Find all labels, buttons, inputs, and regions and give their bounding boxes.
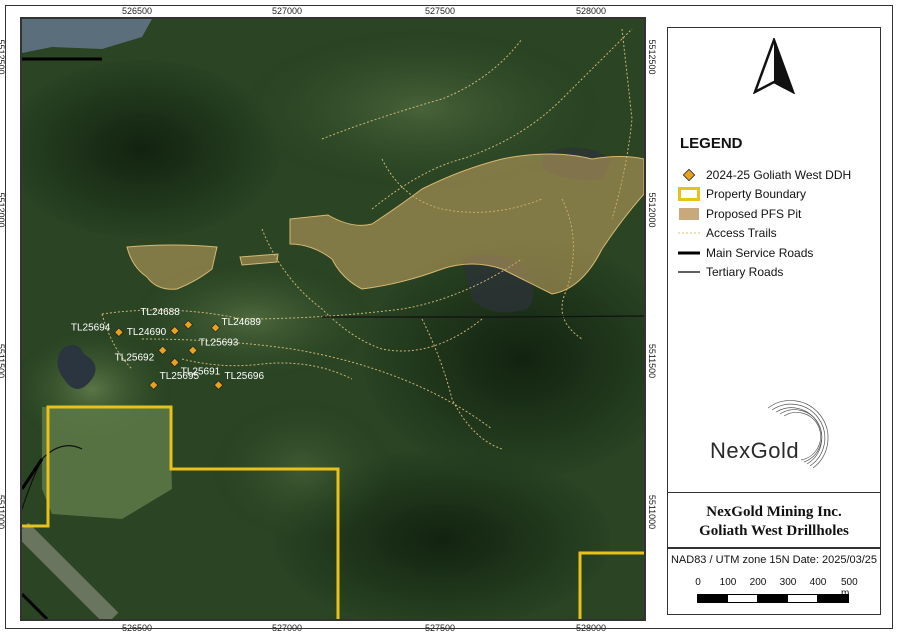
y-tick-right: 5512000 [647,192,657,228]
drillhole-label: TL24690 [127,327,167,338]
scale-label: 400 [809,577,827,588]
drillhole-label: TL25692 [115,352,155,363]
x-tick-top: 528000 [575,6,607,16]
x-tick-bottom: 528000 [575,623,607,633]
scale-label: 200 [749,577,767,588]
legend-item-main-roads: Main Service Roads [678,244,813,262]
projection-date: NAD83 / UTM zone 15N Date: 2025/03/25 [670,554,878,566]
scale-label: 300 [779,577,797,588]
north-arrow-icon [752,38,796,94]
x-tick-top: 527500 [424,6,456,16]
tan-fill-box [678,207,700,221]
thick-line [678,246,700,260]
drillhole-label: TL25694 [71,322,111,333]
y-tick-left: 5511000 [0,494,6,530]
x-tick-bottom: 527000 [271,623,303,633]
scale-label: 0 [695,577,701,588]
thin-line [678,265,700,279]
y-tick-left: 5512000 [0,192,6,228]
x-tick-top: 526500 [121,6,153,16]
satellite-map: TL25694 TL24688 TL24690 TL24689 TL25693 TL256… [22,19,644,619]
drillhole-label: TL24688 [140,307,180,318]
legend-label: Property Boundary [706,187,807,201]
legend-panel: LEGEND 2024-25 Goliath West DDH Property… [667,27,881,496]
legend-label: Main Service Roads [706,246,814,260]
y-tick-right: 5512500 [647,39,657,75]
legend-label: Tertiary Roads [706,265,784,279]
scale-label: 100 [719,577,737,588]
x-tick-bottom: 527500 [424,623,456,633]
legend-item-tertiary-roads: Tertiary Roads [678,263,783,281]
title-company: NexGold Mining Inc. [706,504,842,520]
dotted-line [678,226,700,240]
scale-panel: NAD83 / UTM zone 15N Date: 2025/03/25 0 … [667,548,881,615]
legend-item-property-boundary: Property Boundary [678,185,806,203]
diamond-icon [678,168,700,182]
legend-label: Access Trails [706,226,777,240]
drillhole-label: TL25695 [160,371,200,382]
yellow-outline-box [678,187,700,201]
legend-title: LEGEND [680,135,743,152]
legend-item-ddh: 2024-25 Goliath West DDH [678,166,851,184]
legend-label: Proposed PFS Pit [706,207,802,221]
nexgold-logo-text: NexGold [710,438,800,463]
x-tick-top: 527000 [271,6,303,16]
y-tick-left: 5512500 [0,39,6,75]
drillhole-label: TL24689 [222,317,262,328]
y-tick-right: 5511500 [647,343,657,379]
y-tick-left: 5511500 [0,343,6,379]
y-tick-right: 5511000 [647,494,657,530]
drillhole-label: TL25696 [225,371,265,382]
scale-bar [697,594,849,603]
title-map: Goliath West Drillholes [699,523,849,539]
map-frame: TL25694 TL24688 TL24690 TL24689 TL25693 TL256… [20,17,646,621]
drillhole-label: TL25693 [199,337,239,348]
legend-label: 2024-25 Goliath West DDH [706,168,852,182]
legend-item-access-trails: Access Trails [678,224,777,242]
x-tick-bottom: 526500 [121,623,153,633]
title-panel: NexGold Mining Inc. Goliath West Drillho… [667,492,881,548]
legend-item-pfs-pit: Proposed PFS Pit [678,205,801,223]
